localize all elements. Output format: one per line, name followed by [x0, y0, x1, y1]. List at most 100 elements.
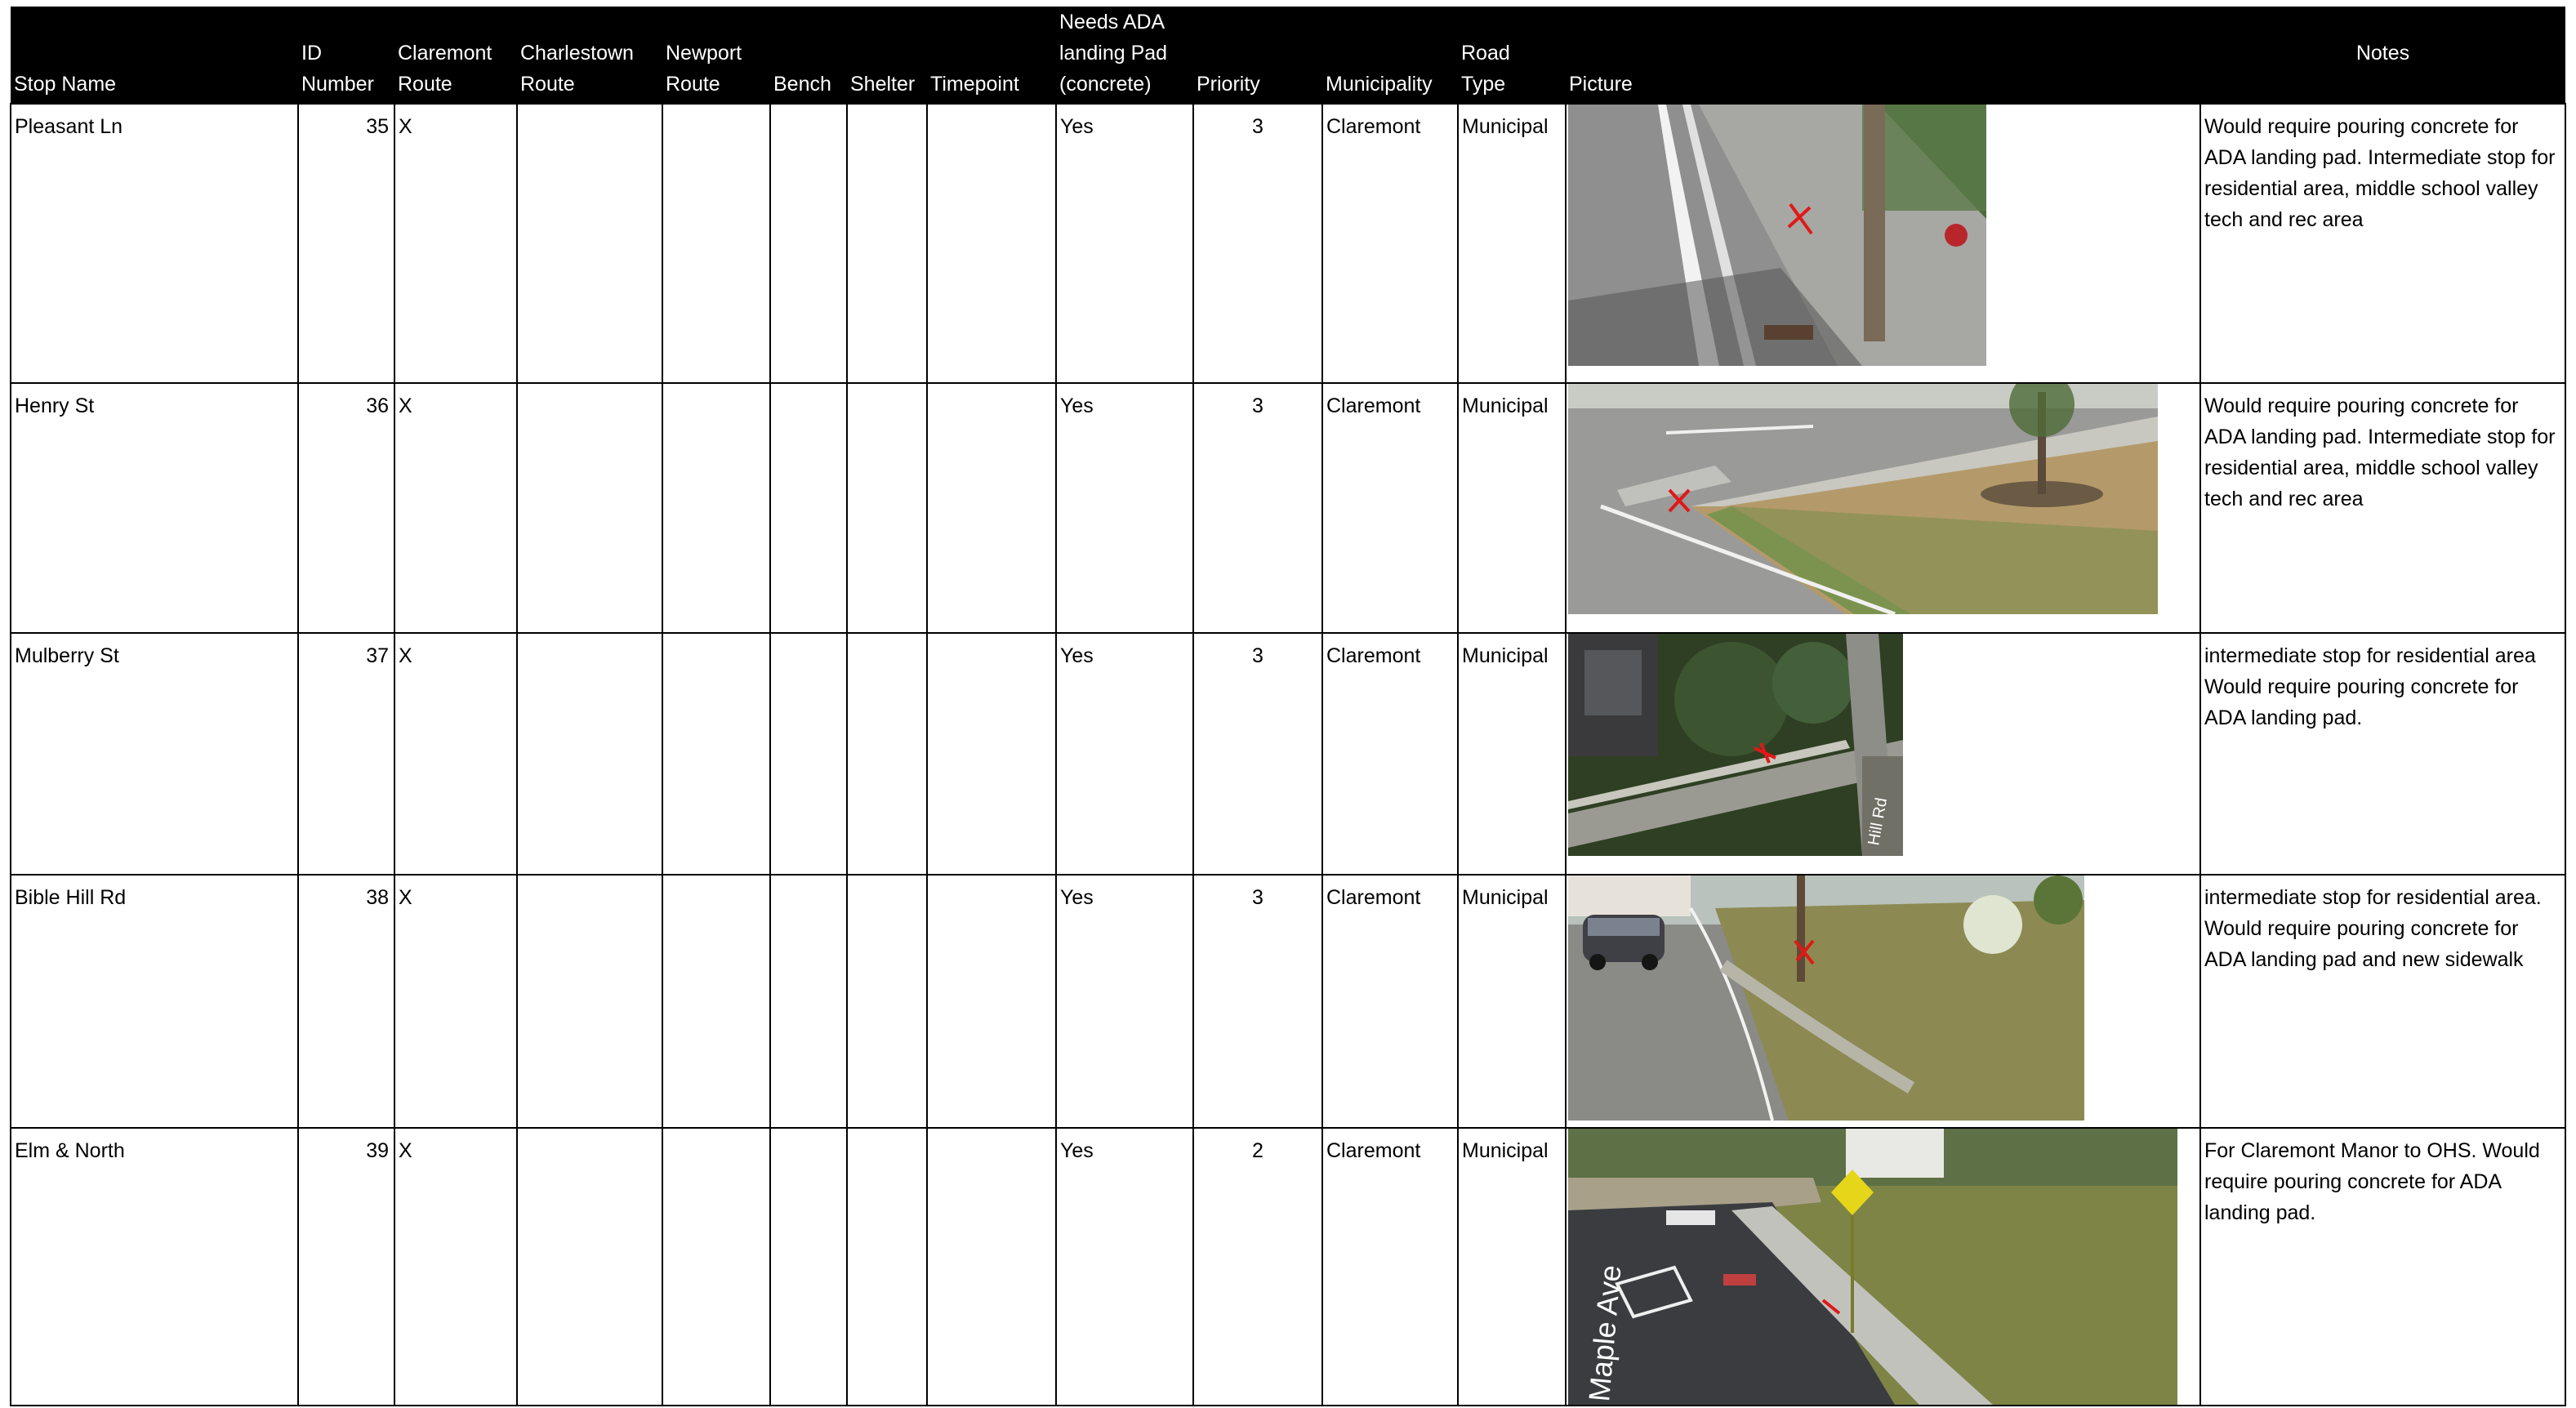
cell-priority[interactable]: 3: [1192, 874, 1323, 1129]
cell-shelter[interactable]: [846, 1127, 928, 1406]
table-row[interactable]: Mulberry St 37 X Yes 3 Claremont Municip…: [10, 632, 2566, 876]
cell-road-type[interactable]: Municipal: [1457, 874, 1567, 1129]
cell-stop-name[interactable]: Bible Hill Rd: [10, 874, 299, 1129]
cell-picture[interactable]: [1565, 874, 2201, 1129]
cell-shelter[interactable]: [846, 632, 928, 876]
cell-municipality[interactable]: Claremont: [1321, 382, 1459, 634]
table-row[interactable]: Henry St 36 X Yes 3 Claremont Municipal: [10, 382, 2566, 634]
cell-road-type[interactable]: Municipal: [1457, 632, 1567, 876]
cell-priority[interactable]: 3: [1192, 632, 1323, 876]
stop-photo[interactable]: [1568, 105, 1986, 366]
cell-priority[interactable]: 3: [1192, 103, 1323, 384]
cell-claremont-route[interactable]: X: [394, 874, 518, 1129]
cell-road-type[interactable]: Municipal: [1457, 103, 1567, 384]
cell-claremont-route[interactable]: X: [394, 103, 518, 384]
cell-municipality[interactable]: Claremont: [1321, 103, 1459, 384]
header-priority: Priority: [1193, 7, 1322, 104]
cell-notes[interactable]: Would require pouring concrete for ADA l…: [2199, 103, 2566, 384]
cell-stop-name[interactable]: Elm & North: [10, 1127, 299, 1406]
cell-timepoint[interactable]: [926, 382, 1057, 634]
cell-timepoint[interactable]: [926, 874, 1057, 1129]
stop-photo[interactable]: [1568, 385, 2158, 614]
cell-notes[interactable]: For Claremont Manor to OHS. Would requir…: [2199, 1127, 2566, 1406]
cell-priority[interactable]: 2: [1192, 1127, 1323, 1406]
header-municipality: Municipality: [1322, 7, 1458, 104]
cell-municipality[interactable]: Claremont: [1321, 632, 1459, 876]
cell-newport-route[interactable]: [662, 632, 771, 876]
header-notes: Notes: [2200, 7, 2565, 104]
aerial-photo-mulberry-st: Hill Rd: [1568, 635, 1903, 856]
cell-claremont-route[interactable]: X: [394, 632, 518, 876]
cell-bench[interactable]: [769, 632, 848, 876]
cell-priority[interactable]: 3: [1192, 382, 1323, 634]
street-photo-pleasant-ln: [1568, 105, 1986, 366]
cell-newport-route[interactable]: [662, 1127, 771, 1406]
cell-notes[interactable]: intermediate stop for residential area W…: [2199, 632, 2566, 876]
cell-timepoint[interactable]: [926, 1127, 1057, 1406]
cell-notes[interactable]: intermediate stop for residential area. …: [2199, 874, 2566, 1129]
header-stop-name: Stop Name: [11, 7, 298, 104]
cell-claremont-route[interactable]: X: [394, 1127, 518, 1406]
cell-charlestown-route[interactable]: [516, 632, 663, 876]
cell-needs-ada[interactable]: Yes: [1055, 1127, 1194, 1406]
header-shelter: Shelter: [847, 7, 927, 104]
cell-charlestown-route[interactable]: [516, 1127, 663, 1406]
cell-picture[interactable]: Maple Ave: [1565, 1127, 2201, 1406]
cell-id[interactable]: 38: [297, 874, 395, 1129]
header-id-number: ID Number: [298, 7, 394, 104]
cell-bench[interactable]: [769, 382, 848, 634]
cell-newport-route[interactable]: [662, 874, 771, 1129]
stop-photo[interactable]: Maple Ave: [1568, 1130, 2177, 1404]
header-road-type: Road Type: [1458, 7, 1566, 104]
cell-picture[interactable]: [1565, 103, 2201, 384]
street-photo-elm-and-north: Maple Ave: [1568, 1130, 2177, 1404]
cell-picture[interactable]: Hill Rd: [1565, 632, 2201, 876]
cell-bench[interactable]: [769, 1127, 848, 1406]
cell-stop-name[interactable]: Mulberry St: [10, 632, 299, 876]
cell-id[interactable]: 36: [297, 382, 395, 634]
cell-claremont-route[interactable]: X: [394, 382, 518, 634]
cell-needs-ada[interactable]: Yes: [1055, 874, 1194, 1129]
street-photo-bible-hill-rd: [1568, 876, 2084, 1121]
table-row[interactable]: Elm & North 39 X Yes 2 Claremont Municip…: [10, 1127, 2566, 1406]
cell-newport-route[interactable]: [662, 382, 771, 634]
cell-bench[interactable]: [769, 103, 848, 384]
cell-shelter[interactable]: [846, 103, 928, 384]
table-row[interactable]: Pleasant Ln 35 X Yes 3 Claremont Municip…: [10, 103, 2566, 384]
bus-stop-table: Stop Name ID Number Claremont Route Char…: [10, 7, 2566, 1406]
header-timepoint: Timepoint: [927, 7, 1056, 104]
cell-id[interactable]: 39: [297, 1127, 395, 1406]
cell-shelter[interactable]: [846, 382, 928, 634]
cell-stop-name[interactable]: Pleasant Ln: [10, 103, 299, 384]
cell-id[interactable]: 35: [297, 103, 395, 384]
cell-bench[interactable]: [769, 874, 848, 1129]
header-claremont-route: Claremont Route: [394, 7, 517, 104]
header-row: Stop Name ID Number Claremont Route Char…: [11, 7, 2565, 104]
cell-needs-ada[interactable]: Yes: [1055, 382, 1194, 634]
cell-municipality[interactable]: Claremont: [1321, 874, 1459, 1129]
cell-charlestown-route[interactable]: [516, 382, 663, 634]
table-row[interactable]: Bible Hill Rd 38 X Yes 3 Claremont Munic…: [10, 874, 2566, 1129]
cell-notes[interactable]: Would require pouring concrete for ADA l…: [2199, 382, 2566, 634]
cell-needs-ada[interactable]: Yes: [1055, 632, 1194, 876]
cell-stop-name[interactable]: Henry St: [10, 382, 299, 634]
cell-charlestown-route[interactable]: [516, 103, 663, 384]
header-newport-route: Newport Route: [662, 7, 770, 104]
spreadsheet: Stop Name ID Number Claremont Route Char…: [10, 7, 2566, 1406]
cell-road-type[interactable]: Municipal: [1457, 382, 1567, 634]
cell-timepoint[interactable]: [926, 632, 1057, 876]
stop-photo[interactable]: Hill Rd: [1568, 635, 1903, 856]
cell-charlestown-route[interactable]: [516, 874, 663, 1129]
cell-timepoint[interactable]: [926, 103, 1057, 384]
cell-municipality[interactable]: Claremont: [1321, 1127, 1459, 1406]
cell-shelter[interactable]: [846, 874, 928, 1129]
header-needs-ada: Needs ADA landing Pad (concrete): [1056, 7, 1193, 104]
cell-road-type[interactable]: Municipal: [1457, 1127, 1567, 1406]
cell-newport-route[interactable]: [662, 103, 771, 384]
cell-picture[interactable]: [1565, 382, 2201, 634]
stop-photo[interactable]: [1568, 876, 2084, 1121]
cell-needs-ada[interactable]: Yes: [1055, 103, 1194, 384]
street-photo-henry-st: [1568, 385, 2158, 614]
header-picture: Picture: [1566, 7, 2200, 104]
cell-id[interactable]: 37: [297, 632, 395, 876]
